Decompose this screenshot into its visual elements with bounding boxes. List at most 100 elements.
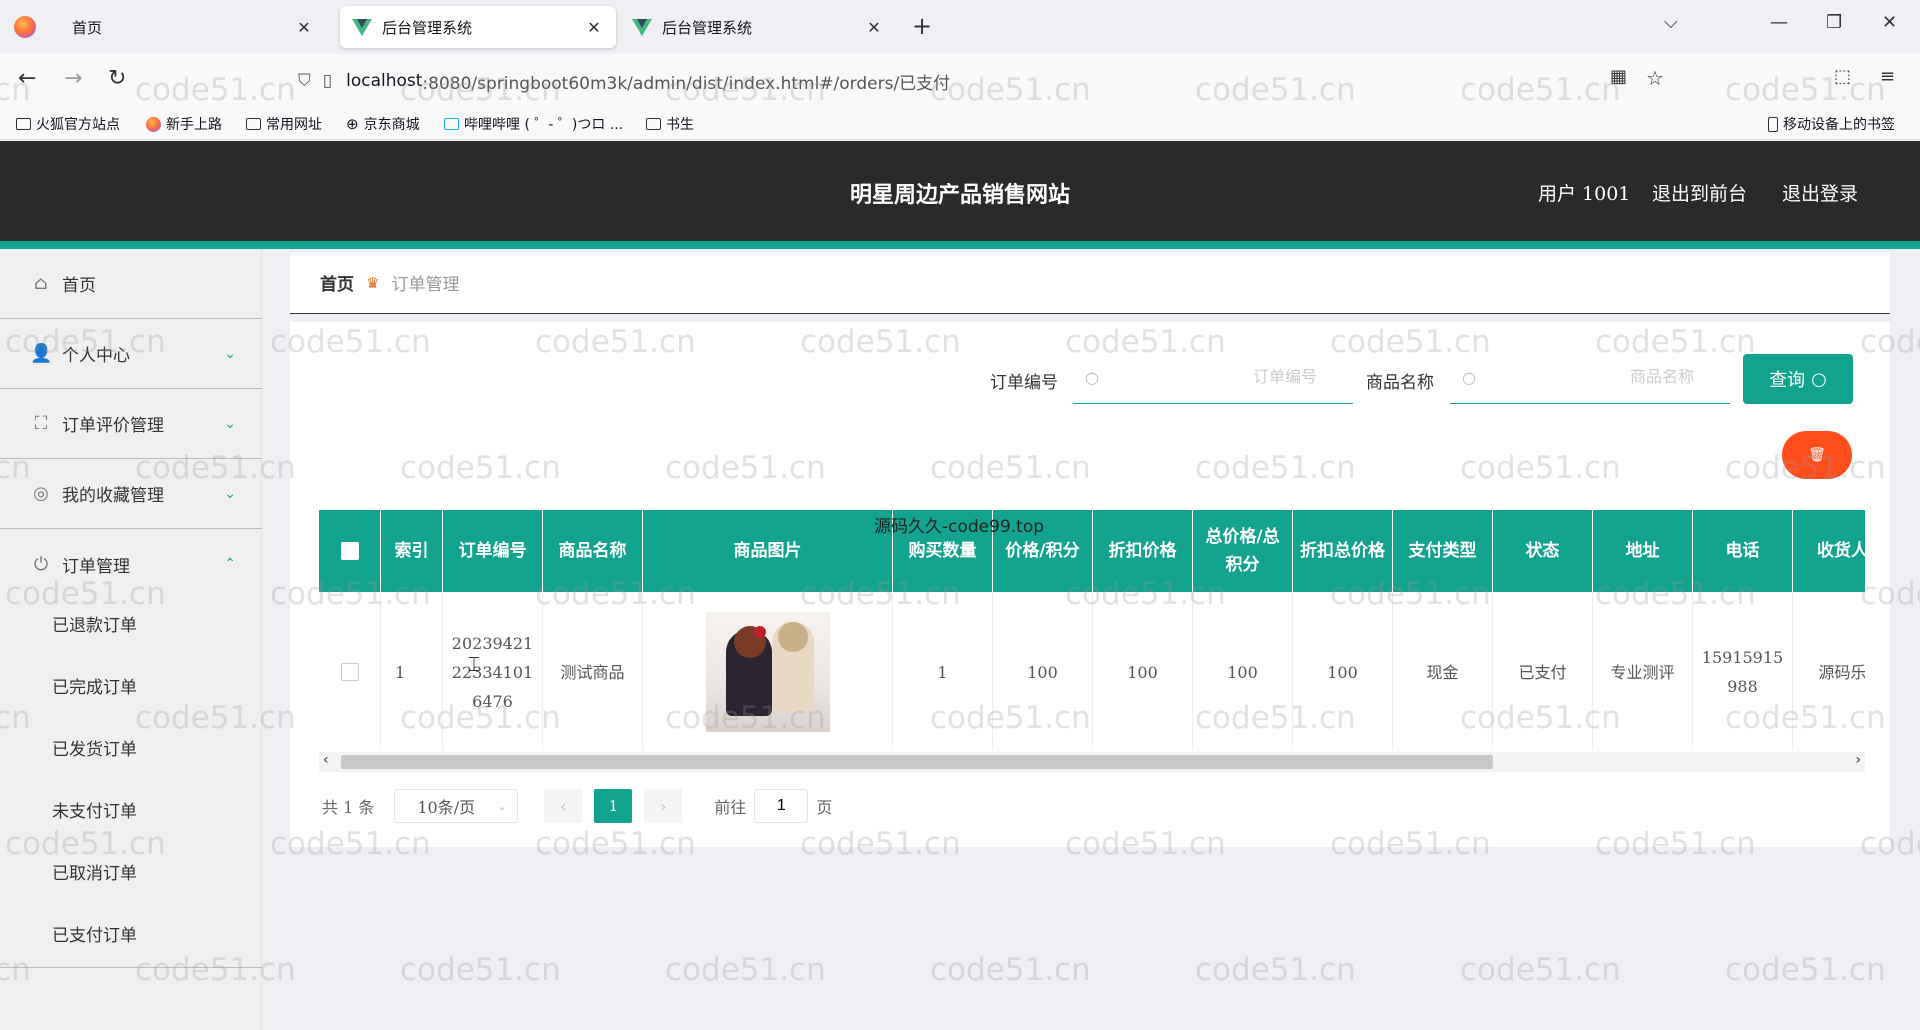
url-path: :8080/springboot60m3k/admin/dist/index.h… xyxy=(422,73,951,94)
bookmark-item[interactable]: 常用网址 xyxy=(246,114,322,134)
forward-icon[interactable]: → xyxy=(64,66,82,91)
page-number-current[interactable]: 1 xyxy=(594,789,633,823)
globe-icon: ⊕ xyxy=(346,115,359,133)
scroll-right-icon[interactable]: › xyxy=(1855,752,1861,768)
tab-admin[interactable]: 后台管理系统 ✕ xyxy=(620,6,896,48)
next-page-button[interactable]: › xyxy=(644,789,683,823)
phone-line: 15915915 xyxy=(1701,648,1784,667)
user-icon: 👤 xyxy=(30,343,53,364)
delete-button[interactable]: 🗑 xyxy=(1782,431,1852,479)
sidebar-item-profile[interactable]: 👤 个人中心 ⌄ xyxy=(0,319,262,389)
product-image[interactable] xyxy=(705,612,830,732)
column-header: 支付类型 xyxy=(1393,510,1493,592)
goto-page-input[interactable] xyxy=(754,789,809,823)
chevron-down-icon[interactable]: ⌵ xyxy=(1664,12,1678,33)
address-cell: 专业测评 xyxy=(1593,592,1693,750)
row-select-cell[interactable] xyxy=(319,592,381,750)
exit-to-front-link[interactable]: 退出到前台 xyxy=(1652,179,1747,206)
sidebar-sub-paid[interactable]: 已支付订单 xyxy=(52,921,137,946)
vue-icon xyxy=(632,18,652,36)
sidebar-item-favorites[interactable]: ◎ 我的收藏管理 ⌄ xyxy=(0,459,262,529)
page-size-select[interactable]: 10条/页 ⌄ xyxy=(394,789,519,823)
star-icon[interactable]: ☆ xyxy=(1646,66,1664,90)
site-title: 明星周边产品销售网站 xyxy=(849,182,1070,208)
qty-cell: 1 xyxy=(893,592,993,750)
address-bar[interactable]: ⛉ ▯ localhost :8080/springboot60m3k/admi… xyxy=(290,62,1680,100)
sidebar-item-home[interactable]: ⌂ 首页 xyxy=(0,249,262,319)
sidebar-sub-cancelled[interactable]: 已取消订单 xyxy=(52,859,137,884)
close-icon[interactable]: ✕ xyxy=(584,18,604,37)
horizontal-scrollbar[interactable]: ‹ › xyxy=(319,752,1865,772)
scrollbar-thumb[interactable] xyxy=(341,755,1493,769)
order-no-search[interactable]: ○ xyxy=(1073,352,1353,404)
shield-icon: ⛉ xyxy=(298,71,311,91)
query-button[interactable]: 查询 ○ xyxy=(1743,354,1853,404)
sidebar-sub-unpaid[interactable]: 未支付订单 xyxy=(52,797,137,822)
product-name-search[interactable]: ○ xyxy=(1450,352,1730,404)
row-checkbox[interactable] xyxy=(340,663,359,681)
chevron-down-icon: ⌄ xyxy=(224,345,236,362)
breadcrumb: 首页 ♛ 订单管理 xyxy=(290,252,1890,314)
extensions-icon[interactable]: ⬚ xyxy=(1834,66,1851,87)
close-icon[interactable]: ✕ xyxy=(864,18,884,37)
order-no-label: 订单编号 xyxy=(990,373,1058,393)
sidebar-item-label: 个人中心 xyxy=(62,346,130,366)
qr-code-icon[interactable]: ▦ xyxy=(1610,66,1627,87)
watermark-text: code51.cn xyxy=(400,952,561,988)
column-header: 商品名称 xyxy=(543,510,643,592)
close-icon[interactable]: ✕ xyxy=(294,18,314,37)
sidebar-sub-refunded[interactable]: 已退款订单 xyxy=(52,611,137,636)
bookmark-item[interactable]: ⊕ 京东商城 xyxy=(346,114,420,134)
sidebar-item-orders[interactable]: ⏻ 订单管理 ⌃ xyxy=(0,529,262,599)
back-icon[interactable]: ← xyxy=(18,66,36,91)
mobile-bookmarks[interactable]: 移动设备上的书签 xyxy=(1768,114,1895,134)
bookmark-item[interactable]: 新手上路 xyxy=(146,114,222,134)
frame-icon: ⛶ xyxy=(34,413,48,434)
folder-icon xyxy=(646,118,661,130)
column-header: 折扣总价格 xyxy=(1293,510,1393,592)
watermark-text: code51.cn xyxy=(1195,952,1356,988)
tab-admin-active[interactable]: 后台管理系统 ✕ xyxy=(340,6,616,48)
bookmark-label: 火狐官方站点 xyxy=(36,117,120,133)
scroll-left-icon[interactable]: ‹ xyxy=(323,752,329,768)
sidebar-item-reviews[interactable]: ⛶ 订单评价管理 ⌄ xyxy=(0,389,262,459)
product-name-cell: 测试商品 xyxy=(543,592,643,750)
browser-tab-bar: 首页 ✕ 后台管理系统 ✕ 后台管理系统 ✕ + ⌵ — ❐ ✕ xyxy=(0,0,1920,54)
bookmark-label: 京东商城 xyxy=(363,117,420,133)
bookmark-label: 移动设备上的书签 xyxy=(1783,117,1895,133)
select-all-cell[interactable] xyxy=(319,510,381,592)
bookmark-item[interactable]: 书生 xyxy=(646,114,694,134)
header-accent-bar xyxy=(0,241,1920,249)
bookmark-item[interactable]: 哔哩哔哩 ( ゜- ゜)つロ ... xyxy=(444,114,623,134)
chevron-down-icon: ⌄ xyxy=(497,799,508,813)
order-no-input[interactable] xyxy=(1098,368,1353,387)
search-icon: ○ xyxy=(1085,368,1099,387)
logout-link[interactable]: 退出登录 xyxy=(1782,179,1858,206)
prev-page-button[interactable]: ‹ xyxy=(544,789,583,823)
bookmark-item[interactable]: 火狐官方站点 xyxy=(16,114,120,134)
home-icon: ⌂ xyxy=(34,273,48,294)
page-size-value: 10条/页 xyxy=(417,798,476,817)
sidebar-sub-shipped[interactable]: 已发货订单 xyxy=(52,735,137,760)
product-name-input[interactable] xyxy=(1475,368,1730,387)
breadcrumb-home[interactable]: 首页 xyxy=(320,270,354,295)
discount-total-cell: 100 xyxy=(1293,592,1393,750)
window-close-icon[interactable]: ✕ xyxy=(1882,12,1897,33)
total-cell: 100 xyxy=(1193,592,1293,750)
reload-icon[interactable]: ↻ xyxy=(108,66,126,91)
watermark-text: code51.cn xyxy=(1725,952,1886,988)
bookmark-label: 书生 xyxy=(666,117,694,133)
sidebar-sub-completed[interactable]: 已完成订单 xyxy=(52,673,137,698)
index-cell: 1 xyxy=(381,592,443,750)
table-row[interactable]: 1 20239421 22334101 6476 测试商品 1 100 100 … xyxy=(319,592,1865,750)
firefox-icon xyxy=(14,16,36,38)
url-host: localhost xyxy=(346,71,423,91)
minimize-icon[interactable]: — xyxy=(1770,12,1788,33)
select-all-checkbox[interactable] xyxy=(340,542,359,560)
tab-home[interactable]: 首页 ✕ xyxy=(50,6,326,48)
mobile-icon xyxy=(1768,116,1778,132)
restore-icon[interactable]: ❐ xyxy=(1826,12,1842,33)
new-tab-button[interactable]: + xyxy=(912,12,932,40)
sidebar-item-label: 订单评价管理 xyxy=(62,416,164,436)
menu-icon[interactable]: ≡ xyxy=(1880,66,1895,87)
